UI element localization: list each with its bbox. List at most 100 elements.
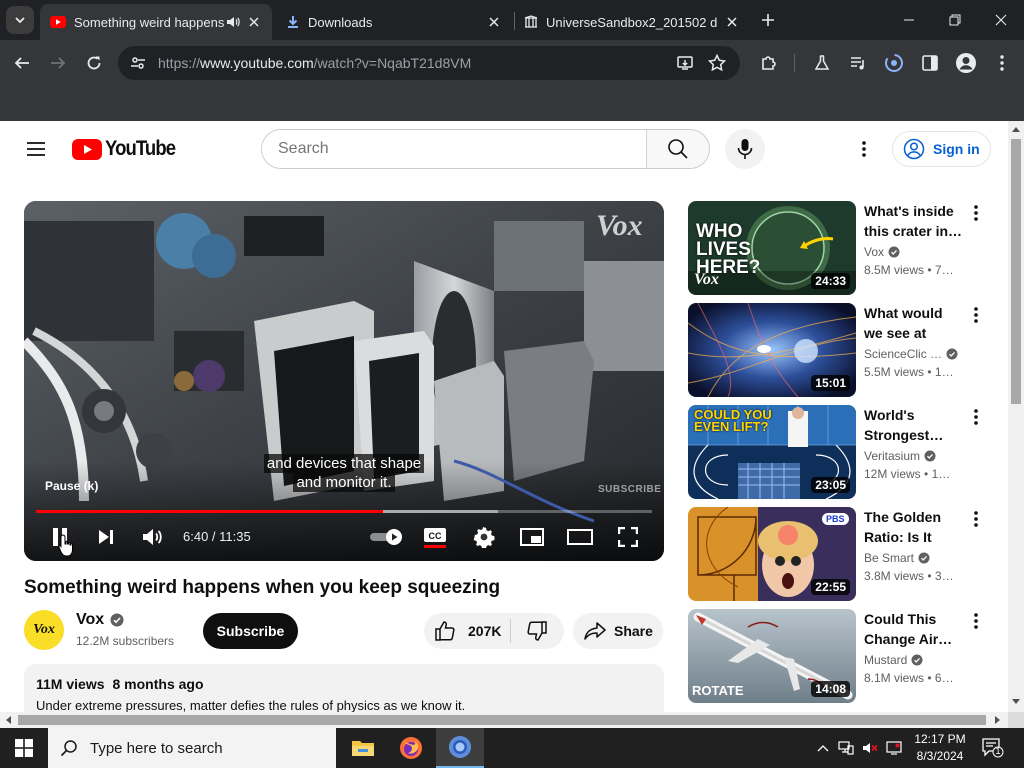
show-hidden-icons-button[interactable] bbox=[815, 740, 831, 756]
recommendation-channel[interactable]: Veritasium bbox=[864, 449, 936, 463]
recommendation-thumbnail[interactable]: 15:01 bbox=[688, 303, 856, 397]
recommendation-title[interactable]: What would we see at the… bbox=[864, 303, 964, 343]
miniplayer-button[interactable] bbox=[514, 519, 550, 555]
extensions-button[interactable] bbox=[757, 51, 781, 75]
recommendation-title[interactable]: The Golden Ratio: Is It My… bbox=[864, 507, 964, 547]
back-button[interactable] bbox=[8, 49, 36, 77]
url-text[interactable]: https://www.youtube.com/watch?v=NqabT21d… bbox=[158, 55, 471, 71]
recommendation-thumbnail[interactable]: WHO LIVES HERE? Vox 24:33 bbox=[688, 201, 856, 295]
reload-button[interactable] bbox=[80, 49, 108, 77]
vertical-scrollbar[interactable] bbox=[1008, 121, 1024, 712]
recommendation-item[interactable]: 15:01 What would we see at the… ScienceC… bbox=[688, 303, 1008, 397]
hamburger-icon bbox=[27, 142, 45, 156]
tab-close-button[interactable] bbox=[246, 14, 262, 30]
scroll-up-icon[interactable] bbox=[1012, 126, 1020, 132]
mute-button[interactable] bbox=[135, 519, 171, 555]
vertical-scrollbar-thumb[interactable] bbox=[1011, 139, 1021, 404]
network-tray-icon[interactable] bbox=[838, 740, 854, 756]
guide-menu-button[interactable] bbox=[24, 137, 48, 161]
settings-menu-button[interactable] bbox=[852, 137, 876, 161]
tab-search-button[interactable] bbox=[6, 6, 34, 34]
recommendation-item[interactable]: PBS 22:55 The Golden Ratio: Is It My… Be… bbox=[688, 507, 1008, 601]
recommendation-thumbnail[interactable]: COULD YOU EVEN LIFT? 23:05 bbox=[688, 405, 856, 499]
browser-menu-button[interactable] bbox=[990, 51, 1014, 75]
fullscreen-button[interactable] bbox=[610, 519, 646, 555]
subscribe-button[interactable]: Subscribe bbox=[203, 613, 298, 649]
horizontal-scrollbar[interactable] bbox=[0, 712, 1008, 728]
recommendation-channel[interactable]: Be Smart bbox=[864, 551, 930, 565]
scroll-down-icon[interactable] bbox=[1012, 699, 1020, 705]
labs-button[interactable] bbox=[810, 51, 834, 75]
speaker-icon[interactable] bbox=[226, 15, 240, 29]
recommendation-item[interactable]: COULD YOU EVEN LIFT? 23:05 World's Stron… bbox=[688, 405, 1008, 499]
recommendation-channel[interactable]: Mustard bbox=[864, 653, 923, 667]
progress-bar[interactable] bbox=[36, 510, 652, 513]
recommendation-thumbnail[interactable]: PBS 22:55 bbox=[688, 507, 856, 601]
captions-button[interactable]: CC bbox=[417, 519, 453, 555]
taskbar-chrome[interactable] bbox=[436, 728, 484, 768]
scroll-left-icon[interactable] bbox=[5, 716, 11, 724]
taskbar-file-explorer[interactable] bbox=[339, 728, 387, 768]
forward-button[interactable] bbox=[44, 49, 72, 77]
recommendation-menu-button[interactable] bbox=[966, 203, 986, 223]
recommendation-thumbnail[interactable]: ROTATE 14:08 bbox=[688, 609, 856, 703]
toolbar-divider bbox=[794, 54, 795, 72]
recommendation-menu-button[interactable] bbox=[966, 611, 986, 631]
recommendation-menu-button[interactable] bbox=[966, 407, 986, 427]
recommendation-channel[interactable]: Vox bbox=[864, 245, 900, 259]
action-tray-icon[interactable] bbox=[886, 740, 902, 756]
install-app-icon[interactable] bbox=[676, 54, 694, 72]
video-player[interactable]: Vox and devices that shape and monitor i… bbox=[24, 201, 664, 561]
recommendation-menu-button[interactable] bbox=[966, 509, 986, 529]
profile-button[interactable] bbox=[954, 51, 978, 75]
tab-youtube[interactable]: Something weird happens bbox=[40, 4, 272, 40]
recommendation-stats: 5.5M views • 1… bbox=[864, 365, 954, 379]
tab-close-button[interactable] bbox=[724, 14, 740, 30]
theater-mode-button[interactable] bbox=[562, 519, 598, 555]
description-box[interactable]: 11M views 8 months ago Under extreme pres… bbox=[24, 664, 664, 712]
search-button[interactable] bbox=[646, 130, 709, 168]
sync-extension-button[interactable] bbox=[882, 51, 906, 75]
close-icon bbox=[489, 17, 499, 27]
tab-downloads[interactable]: Downloads bbox=[276, 4, 512, 40]
autoplay-toggle[interactable] bbox=[366, 519, 406, 555]
recommendation-item[interactable]: WHO LIVES HERE? Vox 24:33 What's inside … bbox=[688, 201, 1008, 295]
youtube-logo[interactable]: YouTube bbox=[72, 137, 185, 161]
scroll-right-icon[interactable] bbox=[995, 716, 1001, 724]
start-button[interactable] bbox=[0, 728, 48, 768]
new-tab-button[interactable] bbox=[756, 8, 780, 32]
taskbar-search-box[interactable]: Type here to search bbox=[48, 728, 336, 768]
recommendation-menu-button[interactable] bbox=[966, 305, 986, 325]
next-button[interactable] bbox=[88, 519, 124, 555]
volume-tray-icon[interactable] bbox=[862, 740, 878, 756]
tab-archive[interactable]: UniverseSandbox2_201502 dir bbox=[514, 4, 750, 40]
search-input[interactable] bbox=[262, 130, 646, 168]
star-icon[interactable] bbox=[708, 54, 726, 72]
recommendation-title[interactable]: World's Strongest… bbox=[864, 405, 964, 445]
channel-avatar[interactable]: Vox bbox=[24, 610, 64, 650]
address-bar[interactable]: https://www.youtube.com/watch?v=NqabT21d… bbox=[118, 46, 740, 80]
taskbar-firefox[interactable] bbox=[387, 728, 435, 768]
tab-close-button[interactable] bbox=[486, 14, 502, 30]
share-button[interactable]: Share bbox=[573, 613, 663, 649]
recommendation-title[interactable]: Could This Change Air… bbox=[864, 609, 964, 649]
settings-button[interactable] bbox=[466, 519, 502, 555]
channel-name-link[interactable]: Vox bbox=[76, 611, 124, 629]
minimize-button[interactable] bbox=[886, 0, 932, 40]
recommendation-title[interactable]: What's inside this crater in… bbox=[864, 201, 964, 241]
subscribe-watermark[interactable]: SUBSCRIBE bbox=[598, 484, 661, 495]
horizontal-scrollbar-thumb[interactable] bbox=[18, 715, 986, 725]
recommendation-item[interactable]: ROTATE 14:08 Could This Change Air… Must… bbox=[688, 609, 1008, 703]
media-control-button[interactable] bbox=[846, 51, 870, 75]
dislike-button[interactable] bbox=[511, 613, 563, 649]
notification-center-button[interactable]: 1 bbox=[982, 738, 1004, 758]
close-window-button[interactable] bbox=[978, 0, 1024, 40]
recommendation-channel[interactable]: ScienceClic … bbox=[864, 347, 958, 361]
side-panel-button[interactable] bbox=[918, 51, 942, 75]
sign-in-button[interactable]: Sign in bbox=[892, 131, 991, 167]
taskbar-clock[interactable]: 12:17 PM 8/3/2024 bbox=[912, 731, 968, 765]
restore-button[interactable] bbox=[932, 0, 978, 40]
voice-search-button[interactable] bbox=[725, 129, 765, 169]
like-button[interactable]: 207K bbox=[424, 613, 510, 649]
site-info-icon[interactable] bbox=[130, 55, 146, 71]
